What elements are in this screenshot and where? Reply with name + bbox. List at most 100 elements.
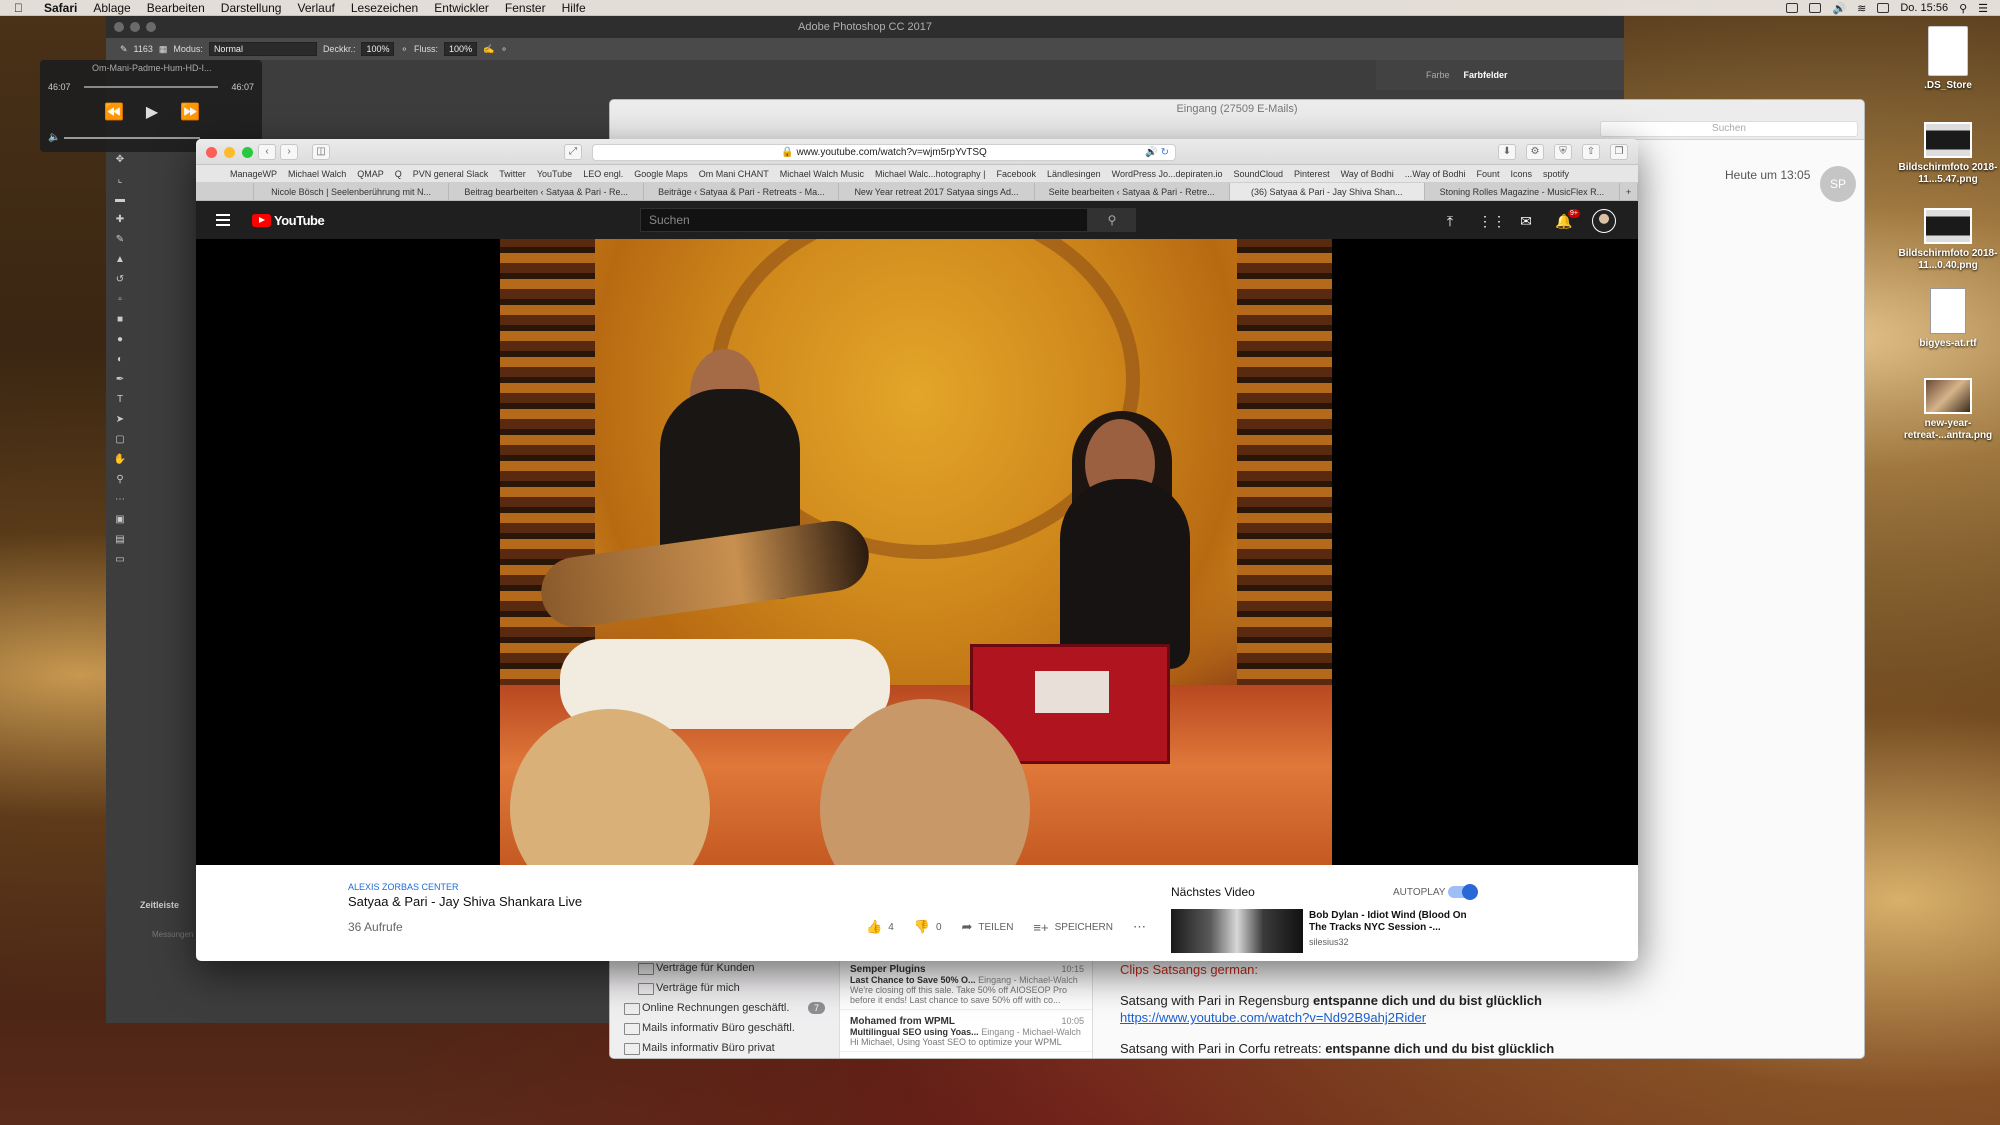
blur-tool-icon[interactable]: ● — [113, 334, 127, 346]
zoom-button[interactable] — [242, 147, 253, 158]
save-button[interactable]: ≡+ SPEICHERN — [1033, 920, 1113, 935]
mail-message-item[interactable]: Semper Plugins 10:15 Last Chance to Save… — [840, 958, 1092, 1010]
mail-folder[interactable]: Mails informativ Büro privat — [610, 1038, 839, 1058]
player-progress-bar[interactable] — [84, 86, 218, 88]
youtube-logo[interactable]: YouTube — [252, 213, 325, 228]
bookmark-item[interactable]: Facebook — [997, 169, 1037, 179]
rewind-icon[interactable]: ⏪ — [104, 102, 124, 122]
bookmark-item[interactable]: ...Way of Bodhi — [1405, 169, 1466, 179]
bookmark-item[interactable]: Om Mani CHANT — [699, 169, 769, 179]
desktop-file-screenshot-1[interactable]: Bildschirmfoto 2018-11...5.47.png — [1898, 122, 1998, 186]
bookmark-item[interactable]: Icons — [1511, 169, 1533, 179]
pressure-size-icon[interactable]: ⚬ — [500, 44, 508, 55]
minimize-button[interactable] — [130, 22, 140, 32]
bookmark-item[interactable]: Michael Walch Music — [780, 169, 864, 179]
apps-grid-icon[interactable]: ⋮⋮ — [1478, 211, 1506, 231]
bookmark-item[interactable]: WordPress Jo...depiraten.io — [1112, 169, 1223, 179]
bookmark-item[interactable]: PVN general Slack — [413, 169, 489, 179]
modus-select[interactable]: Normal — [208, 42, 317, 56]
quick-mask-icon[interactable]: ▤ — [113, 534, 127, 546]
video-player[interactable] — [196, 239, 1638, 865]
back-button[interactable]: ‹ — [258, 144, 276, 160]
tabs-overview-icon[interactable]: ❐ — [1610, 144, 1628, 160]
dodge-tool-icon[interactable]: ◐ — [113, 354, 127, 366]
panel-tab-farbfelder[interactable]: Farbfelder — [1464, 70, 1508, 80]
zoom-button[interactable] — [146, 22, 156, 32]
clock[interactable]: Do. 15:56 — [1900, 2, 1948, 14]
airbrush-icon[interactable]: ✍ — [483, 44, 494, 55]
share-icon[interactable]: ⇧ — [1582, 144, 1600, 160]
fullscreen-icon[interactable]: ⤢ — [564, 144, 582, 160]
messages-icon[interactable]: ✉ — [1516, 211, 1536, 231]
menu-item-verlauf[interactable]: Verlauf — [297, 1, 334, 15]
more-tools-icon[interactable]: ⋯ — [113, 494, 127, 506]
search-icon[interactable]: ⚲ — [1088, 208, 1136, 232]
bookmark-item[interactable]: Google Maps — [634, 169, 688, 179]
browser-tab[interactable]: Beitrag bearbeiten ‹ Satyaa & Pari - Re.… — [449, 183, 645, 200]
adblock-icon[interactable]: ⛨ — [1554, 144, 1572, 160]
menu-item-darstellung[interactable]: Darstellung — [221, 1, 282, 15]
new-tab-button[interactable]: + — [1620, 183, 1638, 200]
bookmark-item[interactable]: Q — [395, 169, 402, 179]
more-actions-button[interactable]: ⋯ — [1133, 919, 1146, 935]
pinned-tabs[interactable] — [196, 183, 254, 200]
notification-center-icon[interactable]: ☰ — [1978, 2, 1988, 15]
color-swatches-icon[interactable]: ▣ — [113, 514, 127, 526]
forward-button[interactable]: › — [280, 144, 298, 160]
menu-item-entwickler[interactable]: Entwickler — [434, 1, 489, 15]
volume-icon[interactable]: 🔊 — [1832, 2, 1846, 15]
bookmark-item[interactable]: YouTube — [537, 169, 572, 179]
apple-icon[interactable]:  — [14, 1, 26, 15]
notifications-bell-icon[interactable]: 🔔 9+ — [1554, 209, 1580, 231]
next-video-thumbnail[interactable] — [1171, 909, 1303, 953]
hand-tool-icon[interactable]: ✋ — [113, 454, 127, 466]
menu-item-fenster[interactable]: Fenster — [505, 1, 546, 15]
pressure-opacity-icon[interactable]: ⚬ — [400, 44, 408, 55]
browser-tab[interactable]: New Year retreat 2017 Satyaa sings Ad... — [839, 183, 1035, 200]
audio-playing-icon[interactable]: 🔊 ↻ — [1145, 145, 1169, 160]
ruler-tool-icon[interactable]: ▬ — [113, 194, 127, 206]
shape-tool-icon[interactable]: ▢ — [113, 434, 127, 446]
screen-mode-icon[interactable]: ▭ — [113, 554, 127, 566]
browser-tab[interactable]: Seite bearbeiten ‹ Satyaa & Pari - Retre… — [1035, 183, 1230, 200]
menu-item-hilfe[interactable]: Hilfe — [562, 1, 586, 15]
extension-icon[interactable]: ⚙ — [1526, 144, 1544, 160]
deckkr-field[interactable]: 100% — [361, 42, 395, 56]
healing-tool-icon[interactable]: ✚ — [113, 214, 127, 226]
mail-folder[interactable]: Verträge für Kunden — [610, 958, 839, 978]
brush-size[interactable]: 1163 — [134, 44, 153, 54]
status-app-icon[interactable] — [1786, 3, 1799, 13]
wifi-icon[interactable]: ≋ — [1857, 2, 1866, 15]
bookmark-item[interactable]: ManageWP — [230, 169, 277, 179]
desktop-file-ds-store[interactable]: .DS_Store — [1898, 26, 1998, 92]
status-keyboard-icon[interactable] — [1809, 3, 1822, 13]
bookmark-item[interactable]: SoundCloud — [1234, 169, 1284, 179]
bookmark-item[interactable]: QMAP — [357, 169, 384, 179]
stamp-tool-icon[interactable]: ▲ — [113, 254, 127, 266]
dislike-button[interactable]: 👎 0 — [914, 919, 942, 935]
mail-message-item[interactable]: Mohamed from WPML 10:05 Multilingual SEO… — [840, 1010, 1092, 1052]
gradient-tool-icon[interactable]: ■ — [113, 314, 127, 326]
timeline-panel-tab[interactable]: Zeitleiste — [140, 900, 179, 910]
brush-tool-icon[interactable]: ✎ — [113, 234, 127, 246]
browser-tab[interactable]: Beiträge ‹ Satyaa & Pari - Retreats - Ma… — [644, 183, 840, 200]
minimize-button[interactable] — [224, 147, 235, 158]
like-button[interactable]: 👍 4 — [866, 919, 894, 935]
close-button[interactable] — [114, 22, 124, 32]
address-bar[interactable]: 🔒 www.youtube.com/watch?v=wjm5rpYvTSQ 🔊 … — [592, 144, 1176, 161]
volume-slider[interactable] — [64, 137, 200, 139]
crop-tool-icon[interactable]: ⌞ — [113, 174, 127, 186]
download-icon[interactable]: ⬇ — [1498, 144, 1516, 160]
menu-item-bearbeiten[interactable]: Bearbeiten — [147, 1, 205, 15]
bookmark-item[interactable]: LEO engl. — [583, 169, 623, 179]
spotlight-icon[interactable]: ⚲ — [1959, 2, 1967, 15]
bookmark-item[interactable]: Michael Walch — [288, 169, 346, 179]
pen-tool-icon[interactable]: ✒ — [113, 374, 127, 386]
bookmark-item[interactable]: Ländlesingen — [1047, 169, 1101, 179]
bookmark-item[interactable]: Fount — [1476, 169, 1499, 179]
bookmark-item[interactable]: Pinterest — [1294, 169, 1330, 179]
play-icon[interactable]: ▶ — [146, 102, 158, 122]
mail-folder[interactable]: Mails informativ Büro geschäftl. — [610, 1018, 839, 1038]
brush-panel-icon[interactable]: ▦ — [159, 44, 168, 55]
menu-item-ablage[interactable]: Ablage — [93, 1, 130, 15]
